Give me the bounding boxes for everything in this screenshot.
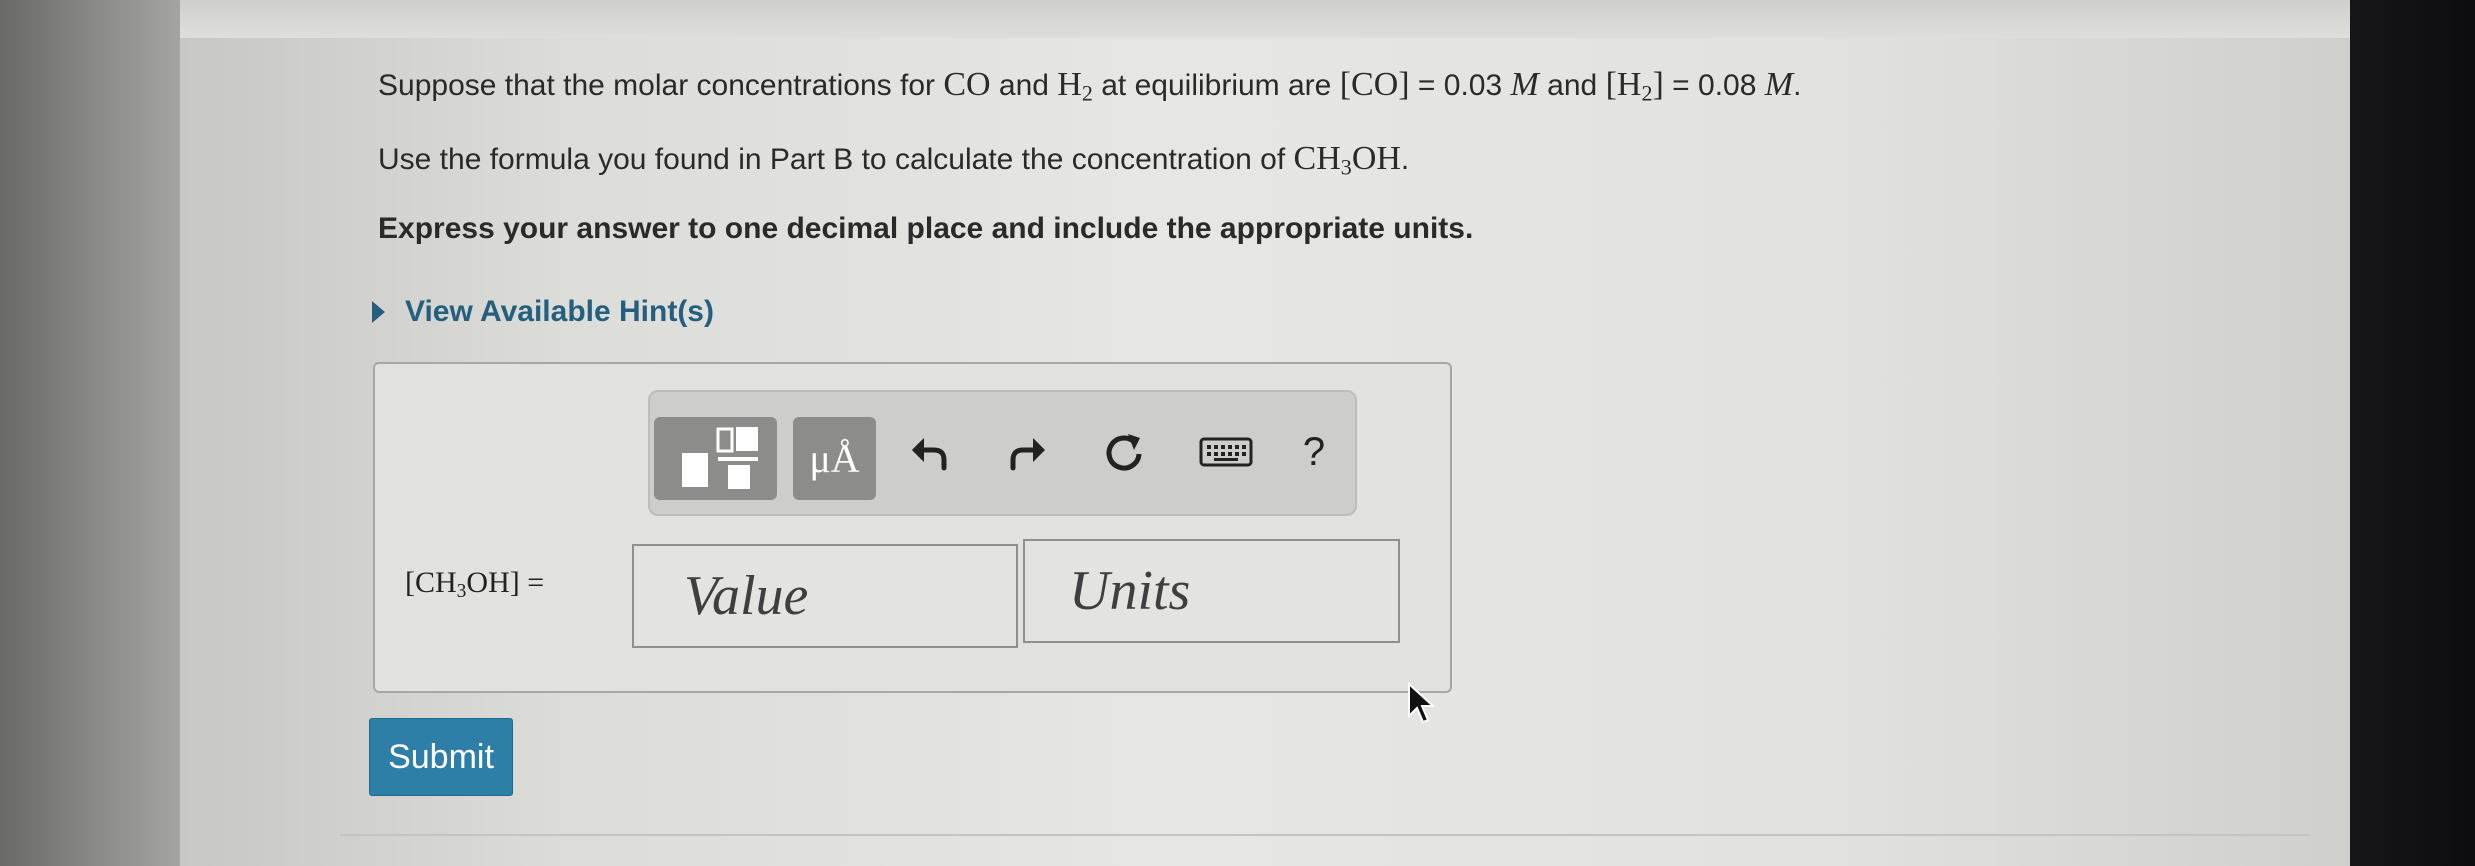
- question-line-1: Suppose that the molar concentrations fo…: [378, 66, 1802, 106]
- mouse-pointer-icon: [1408, 682, 1436, 724]
- instructions: Express your answer to one decimal place…: [378, 212, 1474, 245]
- value-input[interactable]: Value: [632, 544, 1018, 648]
- units-label: μÅ: [809, 436, 860, 481]
- divider: [340, 834, 2310, 836]
- view-hints-toggle[interactable]: View Available Hint(s): [372, 295, 714, 329]
- undo-icon: [912, 438, 947, 471]
- redo-icon: [1010, 438, 1045, 471]
- value-placeholder: Value: [684, 565, 809, 627]
- top-bar: [180, 0, 2350, 38]
- caret-right-icon: [372, 301, 385, 323]
- question-line-2: Use the formula you found in Part B to c…: [378, 140, 1410, 180]
- reset-button[interactable]: [1098, 426, 1150, 478]
- redo-button[interactable]: [1001, 426, 1053, 478]
- keyboard-icon: [1199, 437, 1253, 467]
- units-button[interactable]: μÅ: [793, 417, 876, 500]
- question-page: Suppose that the molar concentrations fo…: [180, 0, 2350, 866]
- reset-icon: [1106, 434, 1142, 471]
- templates-icon: [681, 426, 758, 489]
- left-edge: [0, 0, 180, 866]
- right-edge: [2350, 0, 2475, 866]
- units-input[interactable]: Units: [1023, 539, 1400, 643]
- hint-label: View Available Hint(s): [405, 295, 714, 328]
- units-placeholder: Units: [1069, 560, 1191, 622]
- keyboard-button[interactable]: [1194, 426, 1258, 478]
- answer-label: [CH3OH] =: [405, 566, 545, 602]
- math-toolbar: μÅ ?: [648, 390, 1357, 516]
- undo-button[interactable]: [904, 426, 956, 478]
- submit-button[interactable]: Submit: [369, 718, 513, 796]
- help-button[interactable]: ?: [1288, 426, 1340, 478]
- help-icon: ?: [1302, 429, 1326, 474]
- templates-button[interactable]: [654, 417, 777, 500]
